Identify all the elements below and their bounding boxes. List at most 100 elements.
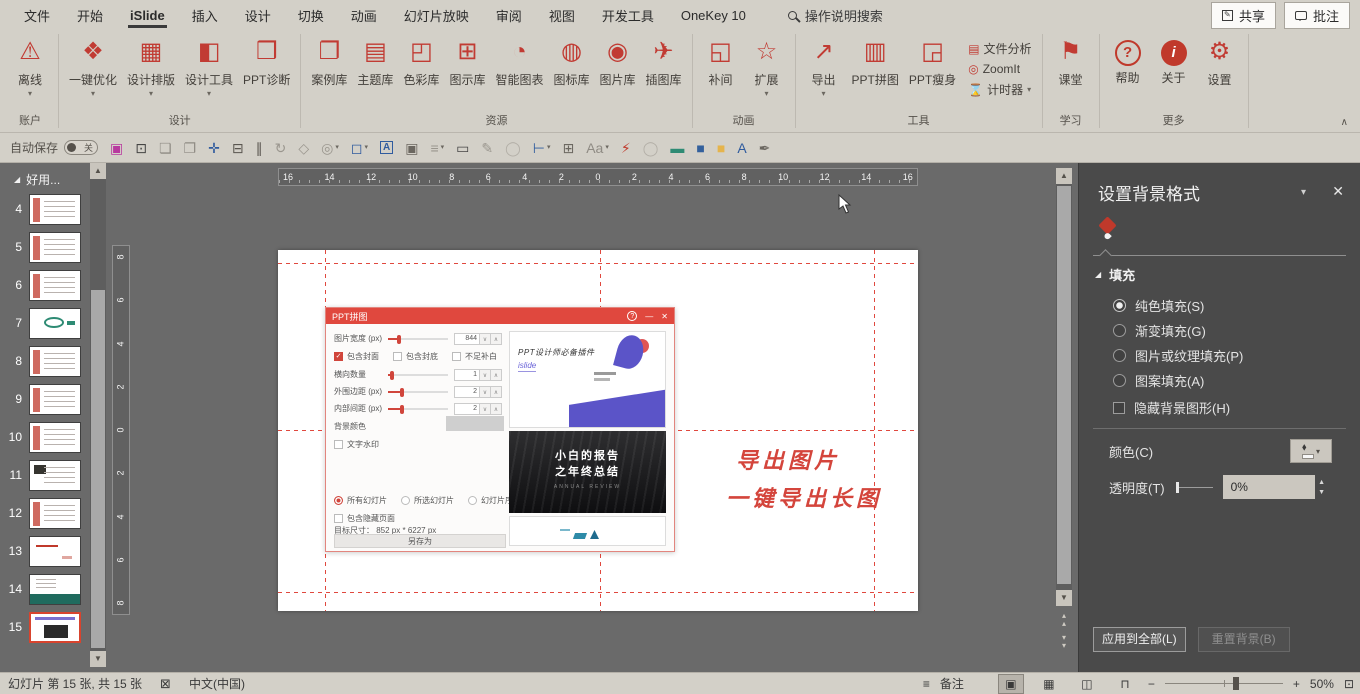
ribbon-button-关于[interactable]: i关于 (1152, 34, 1196, 88)
ribbon-button-图片库[interactable]: ◉图片库 (595, 34, 639, 90)
zoom-slider[interactable] (1165, 683, 1283, 684)
qat-align-center-icon[interactable]: ⊟ (232, 140, 244, 156)
canvas-scroll-down[interactable]: ▼ (1056, 590, 1072, 606)
ribbon-button-插图库[interactable]: ✈插图库 (642, 34, 686, 90)
slide-thumbnail-4[interactable] (29, 194, 81, 225)
menu-tab-iSlide[interactable]: iSlide (130, 0, 165, 30)
ribbon-button-PPT拼图[interactable]: ▥PPT拼图 (848, 34, 903, 90)
normal-view-button[interactable]: ▣ (998, 674, 1024, 694)
qat-eyedropper-icon[interactable]: ✒ (759, 140, 771, 156)
qat-align-objects-icon[interactable]: ⊢▾ (533, 140, 551, 156)
ribbon-button-图示库[interactable]: ⊞图示库 (445, 34, 489, 90)
slide-thumbnail-8[interactable] (29, 346, 81, 377)
transparency-slider[interactable] (1177, 487, 1213, 488)
panel-close-icon[interactable]: ✕ (1332, 183, 1344, 200)
ribbon-button-课堂[interactable]: ⚑课堂 (1049, 34, 1093, 90)
fill-bucket-icon[interactable] (1098, 216, 1116, 234)
thumbs-scroll-thumb[interactable] (91, 290, 105, 648)
fill-section-header[interactable]: ◢ 填充 (1095, 265, 1135, 284)
ribbon-button-离线[interactable]: ⚠离线▾ (8, 34, 52, 100)
menu-tab-设计[interactable]: 设计 (245, 0, 271, 30)
qat-line-spacing-icon[interactable]: ≡▾ (430, 140, 444, 156)
qat-merge-shapes-icon[interactable]: ◎▾ (321, 140, 339, 156)
slideshow-view-button[interactable]: ⊓ (1112, 674, 1138, 694)
qat-highlight-green-icon[interactable]: ▬ (670, 140, 684, 156)
canvas-scroll-thumb[interactable] (1057, 186, 1071, 584)
ribbon-button-案例库[interactable]: ❐案例库 (307, 34, 351, 90)
slide-thumbnail-5[interactable] (29, 232, 81, 263)
slide-thumbnail-7[interactable] (29, 308, 81, 339)
menu-tab-开发工具[interactable]: 开发工具 (602, 0, 654, 30)
ribbon-button-设置[interactable]: ⚙设置 (1198, 34, 1242, 90)
ribbon-button-一键优化[interactable]: ❖一键优化▾ (65, 34, 121, 100)
qat-text-box-icon[interactable]: A (380, 141, 393, 154)
tell-me-search[interactable]: 操作说明搜索 (788, 6, 883, 25)
spellcheck-icon[interactable]: ⊠ (160, 676, 171, 692)
slide-sorter-view-button[interactable]: ▦ (1036, 674, 1062, 694)
share-button[interactable]: 共享 (1211, 2, 1276, 29)
slide-canvas[interactable]: PPT拼图 ? — ✕ 图片宽度 (px) 844 ∨ ∧ ✓包含封面包含封底不… (278, 250, 918, 611)
fill-option-渐变填充(G)[interactable]: 渐变填充(G) (1113, 318, 1243, 343)
canvas-scroll-up[interactable]: ▲ (1056, 168, 1072, 184)
slide-thumbnail-13[interactable] (29, 536, 81, 567)
collapse-ribbon-icon[interactable]: ∧ (1341, 117, 1348, 128)
qat-ink-draw-icon[interactable]: ✎ (481, 140, 493, 156)
ribbon-button-帮助[interactable]: ?帮助 (1106, 34, 1150, 88)
zoom-out-button[interactable]: − (1148, 677, 1155, 691)
ppt-puzzle-dialog-image[interactable]: PPT拼图 ? — ✕ 图片宽度 (px) 844 ∨ ∧ ✓包含封面包含封底不… (325, 307, 675, 552)
qat-font-color-icon[interactable]: A (737, 140, 746, 156)
qat-save-icon[interactable]: ▣ (110, 140, 123, 156)
qat-send-backward-icon[interactable]: ❐ (184, 140, 197, 156)
ribbon-button-计时器[interactable]: ⌛计时器▾ (968, 81, 1031, 98)
qat-format-painter-icon[interactable]: ◇ (298, 140, 309, 156)
menu-tab-视图[interactable]: 视图 (549, 0, 575, 30)
ribbon-button-智能图表[interactable]: ◔智能图表 (491, 34, 547, 90)
zoom-percentage[interactable]: 50% (1310, 677, 1334, 691)
slide-thumbnail-15[interactable] (29, 612, 81, 643)
qat-insert-shape-icon[interactable]: ◻▾ (351, 140, 368, 156)
ribbon-button-色彩库[interactable]: ◰色彩库 (399, 34, 443, 90)
menu-tab-审阅[interactable]: 审阅 (496, 0, 522, 30)
qat-shape-outline-icon[interactable]: ◯ (505, 140, 521, 156)
ribbon-button-设计工具[interactable]: ◧设计工具▾ (181, 34, 237, 100)
qat-crop-icon[interactable]: ⊞ (562, 140, 574, 156)
previous-slide-button[interactable]: ▴▴ (1056, 612, 1072, 630)
menu-tab-动画[interactable]: 动画 (351, 0, 377, 30)
thumbs-scroll-up[interactable]: ▲ (90, 163, 106, 179)
qat-change-case-icon[interactable]: Aa▾ (586, 140, 609, 156)
slide-thumbnail-12[interactable] (29, 498, 81, 529)
next-slide-button[interactable]: ▾▾ (1056, 634, 1072, 652)
menu-tab-插入[interactable]: 插入 (192, 0, 218, 30)
autosave-toggle[interactable]: 自动保存 关 (10, 139, 98, 156)
ribbon-button-文件分析[interactable]: ▤文件分析 (968, 40, 1031, 57)
fill-option-图片或纹理填充(P)[interactable]: 图片或纹理填充(P) (1113, 343, 1243, 368)
red-annotation-text[interactable]: 导出图片 一键导出长图 (726, 442, 882, 518)
ribbon-button-导出[interactable]: ↗导出▾ (802, 34, 846, 100)
ribbon-button-补间[interactable]: ◱补间 (699, 34, 743, 90)
qat-fill-yellow-icon[interactable]: ■ (717, 140, 725, 156)
menu-tab-开始[interactable]: 开始 (77, 0, 103, 30)
comments-button[interactable]: 批注 (1284, 2, 1350, 29)
qat-photo-album-icon[interactable]: ▭ (456, 140, 469, 156)
qat-shape-outline-2-icon[interactable]: ◯ (643, 140, 659, 156)
qat-move-object-icon[interactable]: ✛ (208, 140, 220, 156)
ribbon-button-主题库[interactable]: ▤主题库 (353, 34, 397, 90)
qat-distribute-icon[interactable]: ∥ (256, 140, 263, 156)
qat-insert-picture-icon[interactable]: ▣ (405, 140, 418, 156)
fit-slide-icon[interactable]: ⊡ (1344, 677, 1354, 691)
language-label[interactable]: 中文(中国) (189, 675, 245, 692)
zoom-in-button[interactable]: + (1293, 677, 1300, 691)
notes-button[interactable]: 备注 (940, 675, 964, 692)
color-picker-button[interactable]: ▾ (1290, 439, 1332, 463)
panel-menu-caret-icon[interactable]: ▾ (1301, 187, 1306, 198)
qat-start-slideshow-icon[interactable]: ⊡ (135, 140, 147, 156)
slide-thumbnail-14[interactable] (29, 574, 81, 605)
qat-fill-blue-icon[interactable]: ■ (696, 140, 704, 156)
transparency-input[interactable]: 0% (1223, 475, 1315, 499)
ribbon-button-PPT诊断[interactable]: ❒PPT诊断 (239, 34, 294, 90)
hide-background-checkbox[interactable]: 隐藏背景图形(H) (1113, 395, 1230, 420)
menu-tab-幻灯片放映[interactable]: 幻灯片放映 (404, 0, 469, 30)
apply-to-all-button[interactable]: 应用到全部(L) (1093, 627, 1186, 652)
qat-magic-wand-icon[interactable]: ⚡ (621, 140, 631, 156)
fill-option-图案填充(A)[interactable]: 图案填充(A) (1113, 368, 1243, 393)
